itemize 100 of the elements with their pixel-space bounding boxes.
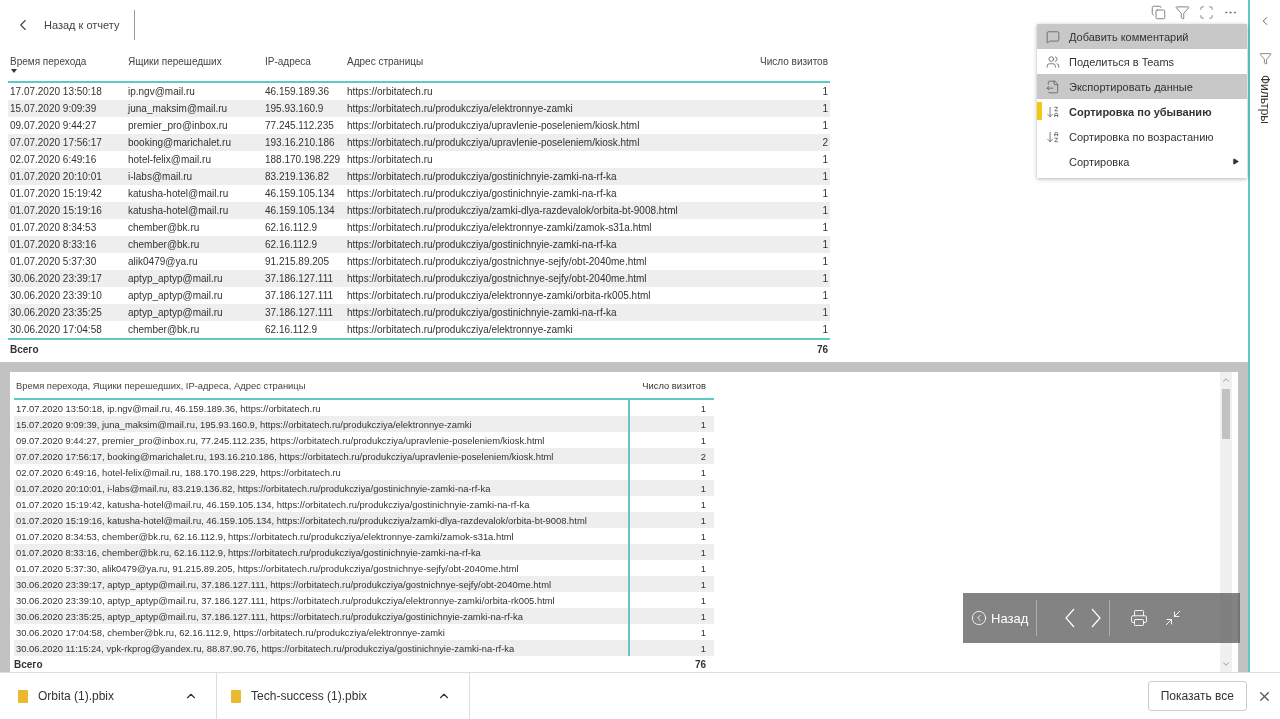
table-cell-text: chember@bk.ru <box>127 222 201 233</box>
table-cell-text: premier_pro@inbox.ru <box>127 120 229 131</box>
table-cell-text: 1 <box>699 434 707 446</box>
table-cell-text: https://orbitatech.ru/produkcziya/upravlenie-poseleniem/kiosk.html <box>346 120 641 131</box>
menu-item[interactable]: Поделиться в Teams <box>1037 49 1247 74</box>
table-cell-text: https://orbitatech.ru/produkcziya/elektronnye-zamki <box>346 103 574 114</box>
table-cell: 30.06.2020 11:15:24, vpk-rkprog@yandex.ru, 88.87.90.76, https://orbitatech.ru/produkcziya/gostinichnyie-zamki-na-rf-ka <box>14 640 630 656</box>
menu-item[interactable]: Экспортировать данные <box>1037 74 1247 99</box>
table-cell-text: 01.07.2020 20:10:01 <box>9 171 103 182</box>
focus-mode-icon[interactable] <box>1199 4 1214 20</box>
chevron-left-icon <box>1065 608 1076 628</box>
table-cell-text: aptyp_aptyp@mail.ru <box>127 290 224 301</box>
table-cell-text: https://orbitatech.ru/produkcziya/upravlenie-poseleniem/kiosk.html <box>346 137 641 148</box>
table-cell-text: 1 <box>699 626 707 638</box>
menu-item[interactable]: Добавить комментарий <box>1037 24 1247 49</box>
filters-pane-title[interactable]: Фильтры <box>1258 75 1272 124</box>
sort-caret-icon <box>11 68 17 73</box>
table-cell-text: 46.159.105.134 <box>264 205 336 216</box>
filter-icon <box>1258 52 1272 65</box>
table-cell-text: https://orbitatech.ru/produkcziya/gostinichnyie-zamki-na-rf-ka <box>346 188 618 199</box>
table-cell-text: https://orbitatech.ru/produkcziya/elektronnye-zamki/orbita-rk005.html <box>346 290 652 301</box>
table-cell-text: aptyp_aptyp@mail.ru <box>127 307 224 318</box>
total-label: Всего <box>14 658 44 670</box>
table-cell-text: 2 <box>699 450 707 462</box>
table-cell-text: https://orbitatech.ru/produkcziya/gostinichnyie-zamki-na-rf-ka <box>346 307 618 318</box>
show-all-button[interactable]: Показать все <box>1147 681 1247 711</box>
scroll-down-icon[interactable] <box>1221 659 1231 669</box>
table-cell-text: juna_maksim@mail.ru <box>126 103 229 114</box>
table-cell-text: 30.06.2020 23:39:10 <box>9 290 103 301</box>
table-cell-text: 46.159.105.134 <box>264 188 336 199</box>
menu-item[interactable]: Сортировка по убыванию <box>1037 99 1247 124</box>
submenu-arrow-icon <box>1232 158 1239 165</box>
column-header[interactable]: Адрес страницы <box>345 55 740 76</box>
table-cell-text: 1 <box>821 171 829 182</box>
menu-item[interactable]: Сортировка по возрастанию <box>1037 124 1247 149</box>
table-cell-text: 1 <box>821 86 829 97</box>
back-circle-icon <box>971 610 987 626</box>
file-icon <box>18 689 28 703</box>
table-cell-text: booking@marichalet.ru <box>127 137 232 148</box>
table-cell-text: i-labs@mail.ru <box>127 171 194 182</box>
table-cell-text: 1 <box>699 514 707 526</box>
table-cell-text: 15.07.2020 9:09:39 <box>9 103 98 114</box>
menu-item[interactable]: Сортировка <box>1037 149 1247 174</box>
table-cell-text: 07.07.2020 17:56:17 <box>9 137 103 148</box>
column-header[interactable]: IP-адреса <box>263 55 345 76</box>
menu-item-icon <box>1046 104 1060 119</box>
download-item[interactable]: Orbita (1).pbix <box>38 689 115 703</box>
table-cell-text: 46.159.189.36 <box>264 86 330 97</box>
file-icon <box>231 689 242 703</box>
table-cell-text: 1 <box>821 120 829 131</box>
column-header[interactable]: Число визитов <box>630 379 708 391</box>
table-cell-text: hotel-felix@mail.ru <box>127 154 212 165</box>
menu-item-icon <box>1046 129 1060 144</box>
total-value: 76 <box>693 658 707 670</box>
table-cell-text: 1 <box>699 562 707 574</box>
copy-icon[interactable] <box>1151 4 1166 20</box>
table-cell-text: https://orbitatech.ru/produkcziya/elektronnye-zamki/zamok-s31a.html <box>346 222 653 233</box>
table-cell-text: 1 <box>699 642 707 654</box>
table-cell-text: 37.186.127.111 <box>264 273 335 284</box>
back-button[interactable]: Назад к отчету <box>8 10 135 40</box>
table-cell-text: 1 <box>821 307 829 318</box>
table-cell-text: 1 <box>699 498 707 510</box>
table-cell-text: 37.186.127.111 <box>264 290 335 301</box>
back-button[interactable]: Назад <box>963 600 1037 636</box>
scrollbar-thumb[interactable] <box>1222 389 1230 439</box>
table-cell-text: 1 <box>699 466 707 478</box>
table-cell-text: 1 <box>821 256 829 267</box>
table-cell-text: 2 <box>821 137 829 148</box>
table-cell-text: 01.07.2020 8:33:16 <box>9 239 98 250</box>
table-cell-text: 09.07.2020 9:44:27 <box>9 120 98 131</box>
table-cell-text: 62.16.112.9 <box>264 239 319 250</box>
column-header[interactable]: Ящики перешедших <box>126 55 263 76</box>
table-cell-text: 01.07.2020 8:34:53 <box>9 222 98 233</box>
collapse-arrows-icon <box>1164 609 1183 627</box>
column-header[interactable]: Время перехода, Ящики перешедших, IP-адреса, Адрес страницы <box>14 379 630 391</box>
table-cell-text: https://orbitatech.ru/produkcziya/gostinichnyie-zamki-na-rf-ka <box>346 171 618 182</box>
table-cell-text: 1 <box>821 154 829 165</box>
table-cell-text: chember@bk.ru <box>127 324 201 335</box>
table-cell-text: 1 <box>821 103 829 114</box>
column-header[interactable]: Число визитов <box>740 55 830 76</box>
table-cell-text: alik0479@ya.ru <box>127 256 199 267</box>
column-header[interactable]: Время перехода <box>8 55 126 76</box>
table-cell-text: 30.06.2020 17:04:58 <box>9 324 103 335</box>
table-cell-text: 1 <box>699 546 707 558</box>
table-cell-text: 195.93.160.9 <box>264 103 325 114</box>
table-cell-text: https://orbitatech.ru/produkcziya/gostnichnye-sejfy/obt-2040me.html <box>346 256 648 267</box>
table-cell-text: 91.215.89.205 <box>264 256 330 267</box>
scroll-up-icon[interactable] <box>1221 375 1231 385</box>
table-cell-text: 1 <box>699 578 707 590</box>
table-cell-text: ip.ngv@mail.ru <box>127 86 196 97</box>
table-cell-text: 37.186.127.111 <box>264 307 335 318</box>
filter-icon[interactable] <box>1175 4 1190 20</box>
chevron-right-icon <box>1091 608 1102 628</box>
printer-icon <box>1130 609 1149 627</box>
table-cell-text: 62.16.112.9 <box>264 324 319 335</box>
table-cell-text: chember@bk.ru <box>127 239 201 250</box>
table-cell-text: 188.170.198.229 <box>264 154 342 165</box>
table-cell-text: 1 <box>821 324 829 335</box>
table-cell-text: 1 <box>699 530 707 542</box>
download-item[interactable]: Tech-success (1).pbix <box>251 689 368 703</box>
